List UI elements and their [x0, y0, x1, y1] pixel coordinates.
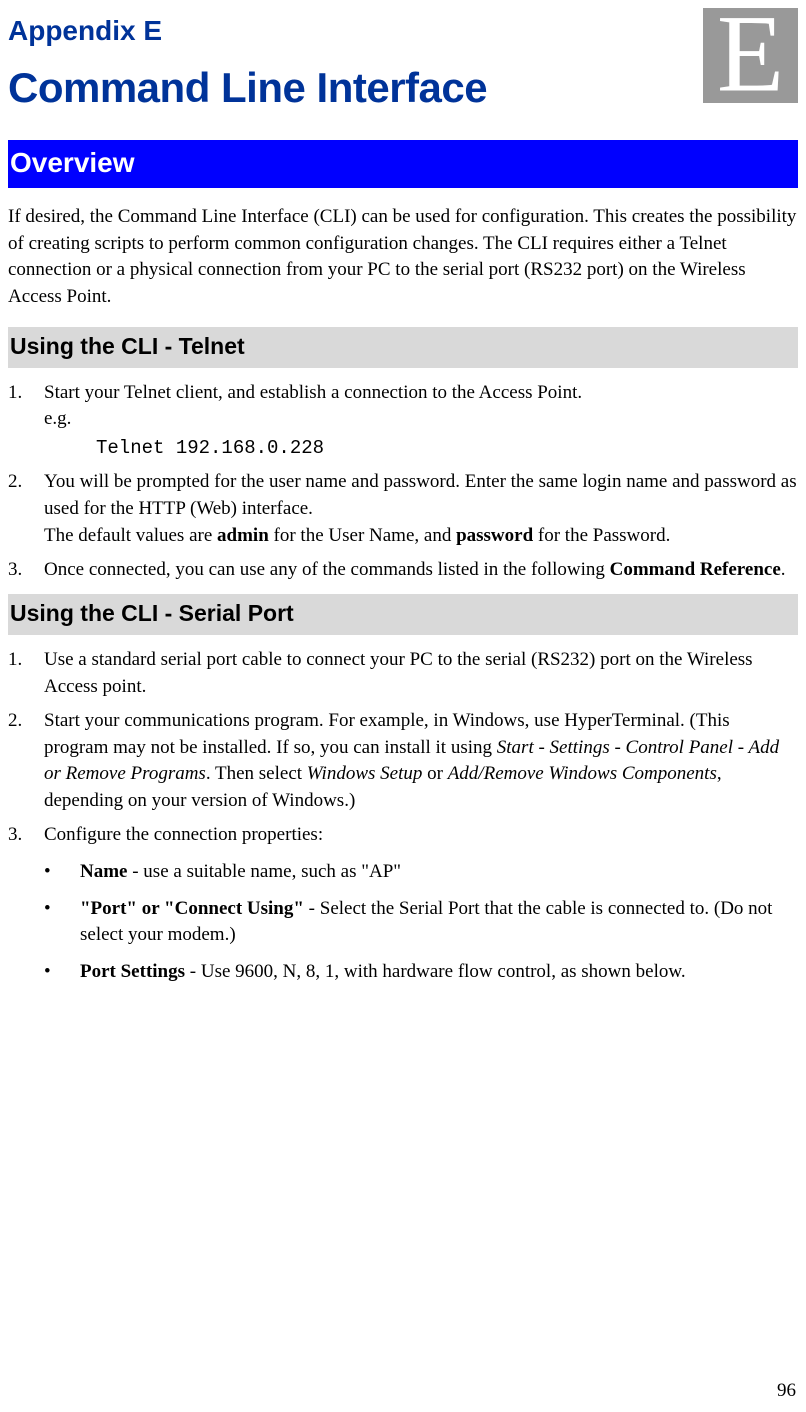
list-item: Name - use a suitable name, such as "AP": [8, 859, 798, 886]
corner-letter-box: E: [703, 8, 798, 103]
serial-step2-it2: Windows Setup: [307, 763, 423, 784]
list-item: Start your communications program. For e…: [8, 708, 798, 814]
telnet-step2-b-mid: for the User Name, and: [269, 525, 456, 546]
telnet-admin: admin: [217, 525, 269, 546]
overview-paragraph: If desired, the Command Line Interface (…: [8, 204, 798, 310]
page-number: 96: [777, 1378, 796, 1404]
telnet-heading: Using the CLI - Telnet: [8, 327, 798, 368]
serial-heading: Using the CLI - Serial Port: [8, 594, 798, 635]
telnet-step2-b-pre: The default values are: [44, 525, 217, 546]
list-item: Start your Telnet client, and establish …: [8, 380, 798, 462]
telnet-step1-eg: e.g.: [44, 408, 71, 429]
list-item: "Port" or "Connect Using" - Select the S…: [8, 896, 798, 949]
list-item: Once connected, you can use any of the c…: [8, 557, 798, 584]
telnet-step1-line1: Start your Telnet client, and establish …: [44, 382, 582, 403]
serial-step2-or: or: [422, 763, 447, 784]
serial-step2-it3: Add/Remove Windows Components: [448, 763, 717, 784]
telnet-step2-a: You will be prompted for the user name a…: [44, 471, 797, 519]
telnet-password: password: [456, 525, 533, 546]
list-item: Use a standard serial port cable to conn…: [8, 647, 798, 700]
telnet-cmdref: Command Reference: [610, 559, 781, 580]
corner-letter: E: [717, 8, 784, 101]
telnet-step3-post: .: [781, 559, 786, 580]
serial-list: Use a standard serial port cable to conn…: [8, 647, 798, 849]
bullet-name-text: - use a suitable name, such as "AP": [127, 861, 401, 882]
bullet-name-label: Name: [80, 861, 127, 882]
serial-bullet-list: Name - use a suitable name, such as "AP"…: [8, 859, 798, 985]
bullet-portsettings-text: - Use 9600, N, 8, 1, with hardware flow …: [185, 961, 686, 982]
telnet-step2-b-post: for the Password.: [533, 525, 670, 546]
appendix-block: Appendix E Command Line Interface: [8, 12, 683, 116]
appendix-title: Command Line Interface: [8, 60, 683, 117]
overview-heading: Overview: [8, 140, 798, 188]
telnet-step3-pre: Once connected, you can use any of the c…: [44, 559, 610, 580]
appendix-label: Appendix E: [8, 12, 683, 50]
serial-step2-mid: . Then select: [206, 763, 307, 784]
bullet-port-label: "Port" or "Connect Using": [80, 898, 304, 919]
list-item: Port Settings - Use 9600, N, 8, 1, with …: [8, 959, 798, 986]
telnet-list: Start your Telnet client, and establish …: [8, 380, 798, 584]
list-item: You will be prompted for the user name a…: [8, 469, 798, 549]
page-header: Appendix E Command Line Interface E: [8, 12, 798, 116]
telnet-code: Telnet 192.168.0.228: [44, 435, 798, 462]
list-item: Configure the connection properties:: [8, 822, 798, 849]
bullet-portsettings-label: Port Settings: [80, 961, 185, 982]
